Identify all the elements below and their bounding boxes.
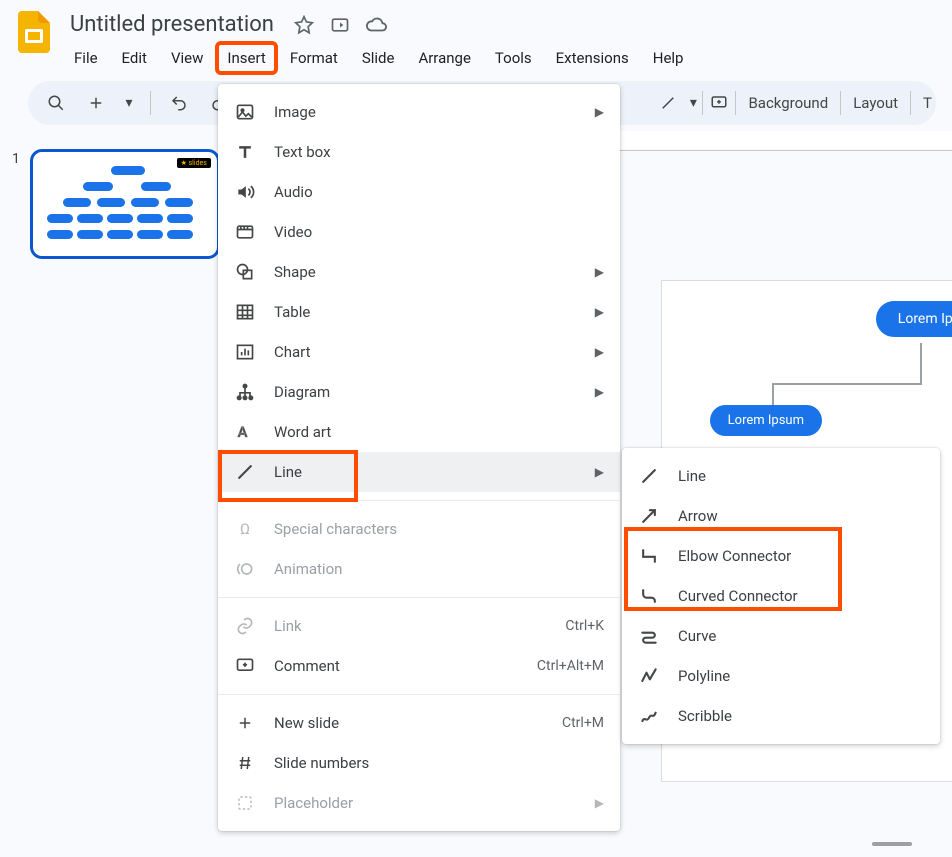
line-elbow-connector[interactable]: Elbow Connector — [622, 536, 940, 576]
submenu-arrow-icon: ▶ — [595, 305, 604, 319]
submenu-arrow-icon: ▶ — [595, 105, 604, 119]
menu-slide[interactable]: Slide — [352, 43, 405, 73]
new-slide-dropdown-icon[interactable]: ▾ — [120, 87, 138, 119]
insert-special-characters: Ω Special characters — [218, 509, 620, 549]
insert-diagram[interactable]: Diagram ▶ — [218, 372, 620, 412]
menu-file[interactable]: File — [64, 43, 108, 73]
diagram-icon — [234, 382, 256, 402]
menu-view[interactable]: View — [161, 43, 213, 73]
menu-help[interactable]: Help — [643, 43, 694, 73]
line-tool-icon[interactable] — [652, 87, 684, 119]
insert-table[interactable]: Table ▶ — [218, 292, 620, 332]
new-slide-plus-icon[interactable] — [80, 87, 112, 119]
scribble-icon — [638, 706, 660, 726]
image-icon — [234, 102, 256, 122]
theme-button[interactable]: T — [911, 94, 936, 112]
line-icon — [234, 462, 256, 482]
submenu-arrow-icon: ▶ — [595, 385, 604, 399]
polyline-icon — [638, 666, 660, 686]
insert-new-slide[interactable]: New slide Ctrl+M — [218, 703, 620, 743]
submenu-arrow-icon: ▶ — [595, 465, 604, 479]
link-icon — [234, 616, 256, 636]
slide-panel: 1 ★ slides — [0, 131, 250, 857]
line-tool-dropdown-icon[interactable]: ▾ — [684, 87, 702, 119]
wordart-icon: A — [234, 422, 256, 442]
submenu-arrow-icon: ▶ — [595, 796, 604, 810]
line-scribble[interactable]: Scribble — [622, 696, 940, 736]
undo-icon[interactable] — [163, 87, 195, 119]
search-menus-icon[interactable] — [40, 87, 72, 119]
hash-icon — [234, 754, 256, 772]
line-icon — [638, 466, 660, 486]
line-line[interactable]: Line — [622, 456, 940, 496]
move-icon[interactable] — [328, 13, 352, 37]
line-curve[interactable]: Curve — [622, 616, 940, 656]
menubar: File Edit View Insert Format Slide Arran… — [64, 41, 936, 81]
add-comment-icon[interactable] — [703, 87, 735, 119]
cloud-status-icon[interactable] — [364, 13, 388, 37]
chart-icon — [234, 342, 256, 362]
background-button[interactable]: Background — [736, 94, 840, 112]
plus-icon — [234, 714, 256, 732]
animation-icon — [234, 559, 256, 579]
elbow-connector-icon — [638, 546, 660, 566]
doc-title[interactable]: Untitled presentation — [64, 10, 280, 39]
insert-placeholder: Placeholder ▶ — [218, 783, 620, 823]
shape-icon — [234, 262, 256, 282]
menu-insert[interactable]: Insert — [217, 43, 275, 73]
insert-comment[interactable]: Comment Ctrl+Alt+M — [218, 646, 620, 686]
menu-edit[interactable]: Edit — [112, 43, 157, 73]
insert-menu-dropdown: Image ▶ Text box Audio Video Shape ▶ Tab… — [218, 84, 620, 831]
insert-audio[interactable]: Audio — [218, 172, 620, 212]
insert-shape[interactable]: Shape ▶ — [218, 252, 620, 292]
thumb-number: 1 — [12, 149, 20, 167]
textbox-icon — [234, 142, 256, 162]
svg-text:A: A — [238, 423, 249, 441]
insert-slide-numbers[interactable]: Slide numbers — [218, 743, 620, 783]
submenu-arrow-icon: ▶ — [595, 345, 604, 359]
video-icon — [234, 222, 256, 242]
submenu-arrow-icon: ▶ — [595, 265, 604, 279]
omega-icon: Ω — [234, 520, 256, 538]
insert-word-art[interactable]: A Word art — [218, 412, 620, 452]
insert-video[interactable]: Video — [218, 212, 620, 252]
insert-chart[interactable]: Chart ▶ — [218, 332, 620, 372]
insert-animation: Animation — [218, 549, 620, 589]
line-polyline[interactable]: Polyline — [622, 656, 940, 696]
insert-image[interactable]: Image ▶ — [218, 92, 620, 132]
menu-extensions[interactable]: Extensions — [546, 43, 639, 73]
line-submenu: Line Arrow Elbow Connector Curved Connec… — [622, 448, 940, 744]
menu-arrange[interactable]: Arrange — [408, 43, 480, 73]
node-top[interactable]: Lorem Ipsum — [876, 301, 952, 337]
comment-icon — [234, 656, 256, 676]
line-curved-connector[interactable]: Curved Connector — [622, 576, 940, 616]
curve-icon — [638, 626, 660, 646]
slides-logo-icon[interactable] — [16, 8, 52, 56]
line-arrow[interactable]: Arrow — [622, 496, 940, 536]
audio-icon — [234, 182, 256, 202]
arrow-icon — [638, 506, 660, 526]
insert-line[interactable]: Line ▶ — [218, 452, 620, 492]
layout-button[interactable]: Layout — [841, 94, 910, 112]
menu-tools[interactable]: Tools — [485, 43, 542, 73]
node-mid[interactable]: Lorem Ipsum — [710, 405, 822, 436]
insert-text-box[interactable]: Text box — [218, 132, 620, 172]
placeholder-icon — [234, 794, 256, 812]
star-icon[interactable] — [292, 13, 316, 37]
menu-format[interactable]: Format — [280, 43, 348, 73]
slide-thumbnail-1[interactable]: ★ slides — [30, 149, 220, 259]
toolbar-divider — [150, 91, 151, 115]
page-indicator — [872, 842, 912, 846]
curved-connector-icon — [638, 586, 660, 606]
thumb-badge: ★ slides — [177, 158, 211, 168]
insert-link: Link Ctrl+K — [218, 606, 620, 646]
table-icon — [234, 302, 256, 322]
